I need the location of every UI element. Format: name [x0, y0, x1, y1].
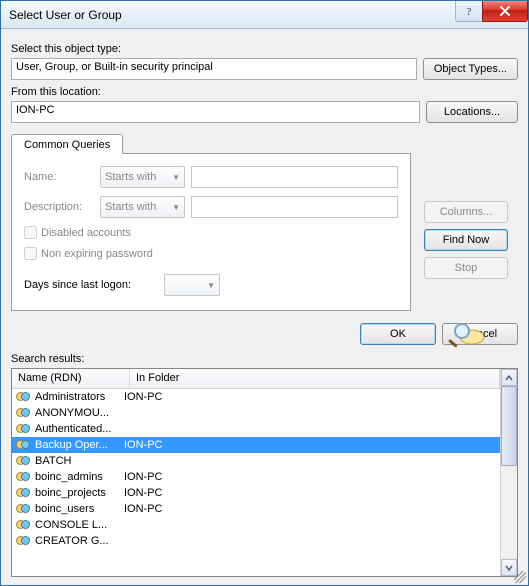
- result-row[interactable]: CREATOR G...: [12, 533, 500, 549]
- chevron-down-icon: ▼: [172, 173, 180, 182]
- result-row[interactable]: boinc_users ION-PC: [12, 501, 500, 517]
- common-queries-panel: Name: Starts with ▼ Description: Starts …: [11, 153, 411, 311]
- result-name-cell: ANONYMOU...: [16, 405, 120, 421]
- disabled-accounts-checkbox: Disabled accounts: [24, 226, 398, 239]
- scroll-up-button[interactable]: [501, 369, 517, 386]
- result-folder-cell: ION-PC: [124, 487, 496, 499]
- titlebar: Select User or Group ?: [1, 1, 528, 29]
- group-icon: [16, 405, 32, 421]
- object-types-button[interactable]: Object Types...: [423, 58, 518, 80]
- chevron-down-icon: [505, 565, 513, 571]
- search-results-label: Search results:: [11, 353, 518, 365]
- days-since-logon-combo: ▼: [164, 274, 220, 296]
- locations-button[interactable]: Locations...: [426, 101, 518, 123]
- chevron-up-icon: [505, 375, 513, 381]
- group-icon: [16, 517, 32, 533]
- columns-button: Columns...: [424, 201, 508, 223]
- scroll-thumb[interactable]: [501, 386, 517, 466]
- group-icon: [16, 485, 32, 501]
- result-folder-cell: ION-PC: [124, 503, 496, 515]
- column-header-folder[interactable]: In Folder: [130, 369, 500, 388]
- result-row[interactable]: boinc_projects ION-PC: [12, 485, 500, 501]
- chevron-down-icon: ▼: [172, 203, 180, 212]
- result-name-cell: Administrators: [16, 389, 120, 405]
- result-name-cell: Backup Oper...: [16, 437, 120, 453]
- result-folder-cell: ION-PC: [124, 471, 496, 483]
- result-row[interactable]: Administrators ION-PC: [12, 389, 500, 405]
- group-icon: [16, 421, 32, 437]
- help-icon: ?: [464, 5, 474, 17]
- results-list[interactable]: Administrators ION-PC ANONYMOU...Authentic…: [12, 389, 500, 576]
- result-folder-cell: ION-PC: [124, 391, 496, 403]
- result-name-cell: CONSOLE L...: [16, 517, 120, 533]
- close-button[interactable]: [482, 1, 528, 22]
- search-results: Name (RDN) In Folder Administrators ION-P…: [11, 368, 518, 577]
- result-row[interactable]: boinc_admins ION-PC: [12, 469, 500, 485]
- svg-text:?: ?: [467, 6, 472, 17]
- non-expiring-password-checkbox: Non expiring password: [24, 247, 398, 260]
- location-field: ION-PC: [11, 101, 420, 123]
- result-name-cell: boinc_projects: [16, 485, 120, 501]
- name-filter-input: [191, 166, 398, 188]
- result-name-cell: boinc_users: [16, 501, 120, 517]
- select-user-or-group-dialog: Select User or Group ? Select this objec…: [0, 0, 529, 586]
- result-row[interactable]: Backup Oper... ION-PC: [12, 437, 500, 453]
- result-name-cell: BATCH: [16, 453, 120, 469]
- chevron-down-icon: ▼: [207, 281, 215, 290]
- find-search-icon: [444, 319, 488, 351]
- close-icon: [499, 6, 511, 16]
- group-icon: [16, 533, 32, 549]
- name-mode-combo: Starts with ▼: [100, 166, 185, 188]
- description-mode-combo: Starts with ▼: [100, 196, 185, 218]
- stop-button: Stop: [424, 257, 508, 279]
- results-header: Name (RDN) In Folder: [12, 369, 500, 389]
- vertical-scrollbar[interactable]: [500, 369, 517, 576]
- window-title: Select User or Group: [9, 8, 456, 22]
- days-since-logon-label: Days since last logon:: [24, 279, 154, 291]
- result-row[interactable]: BATCH: [12, 453, 500, 469]
- object-type-label: Select this object type:: [11, 43, 518, 55]
- group-icon: [16, 469, 32, 485]
- description-filter-input: [191, 196, 398, 218]
- result-name-cell: CREATOR G...: [16, 533, 120, 549]
- group-icon: [16, 437, 32, 453]
- group-icon: [16, 453, 32, 469]
- group-icon: [16, 501, 32, 517]
- find-now-button[interactable]: Find Now: [424, 229, 508, 251]
- result-name-cell: Authenticated...: [16, 421, 120, 437]
- help-button[interactable]: ?: [455, 1, 483, 22]
- group-icon: [16, 389, 32, 405]
- description-filter-label: Description:: [24, 201, 94, 213]
- resize-grip[interactable]: [514, 571, 526, 583]
- result-folder-cell: ION-PC: [124, 439, 496, 451]
- result-row[interactable]: Authenticated...: [12, 421, 500, 437]
- result-name-cell: boinc_admins: [16, 469, 120, 485]
- result-row[interactable]: ANONYMOU...: [12, 405, 500, 421]
- name-filter-label: Name:: [24, 171, 94, 183]
- object-type-field: User, Group, or Built-in security princi…: [11, 58, 417, 80]
- location-label: From this location:: [11, 86, 518, 98]
- column-header-name[interactable]: Name (RDN): [12, 369, 130, 388]
- result-row[interactable]: CONSOLE L...: [12, 517, 500, 533]
- tab-common-queries[interactable]: Common Queries: [11, 134, 123, 154]
